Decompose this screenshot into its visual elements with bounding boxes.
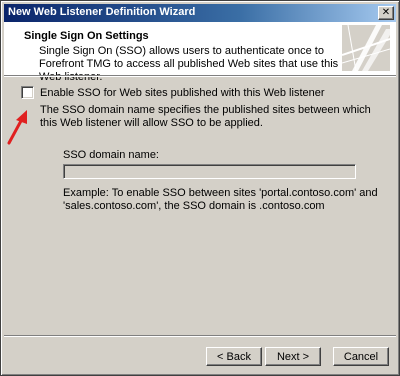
wizard-window: New Web Listener Definition Wizard ✕ Sin…: [0, 0, 400, 376]
wizard-banner-graphic-icon: [342, 25, 390, 71]
sso-example-text: Example: To enable SSO between sites 'po…: [63, 187, 378, 212]
title-bar[interactable]: New Web Listener Definition Wizard ✕: [4, 4, 396, 22]
sso-info-text: The SSO domain name specifies the publis…: [40, 104, 371, 129]
page-title: Single Sign On Settings: [24, 30, 149, 42]
sso-domain-label: SSO domain name:: [63, 149, 159, 161]
next-button[interactable]: Next >: [265, 347, 321, 366]
close-button[interactable]: ✕: [378, 6, 394, 20]
window-title: New Web Listener Definition Wizard: [8, 6, 196, 18]
sso-domain-input[interactable]: [63, 164, 356, 179]
enable-sso-checkbox[interactable]: [21, 86, 34, 99]
wizard-header: Single Sign On Settings Single Sign On (…: [4, 22, 396, 83]
page-description: Single Sign On (SSO) allows users to aut…: [39, 45, 339, 83]
enable-sso-label[interactable]: Enable SSO for Web sites published with …: [40, 87, 325, 99]
red-arrow-icon: [7, 110, 27, 145]
header-divider-highlight: [4, 76, 396, 77]
footer-divider-highlight: [4, 336, 396, 337]
cancel-button[interactable]: Cancel: [333, 347, 389, 366]
close-icon: ✕: [381, 7, 391, 18]
back-button[interactable]: < Back: [206, 347, 262, 366]
